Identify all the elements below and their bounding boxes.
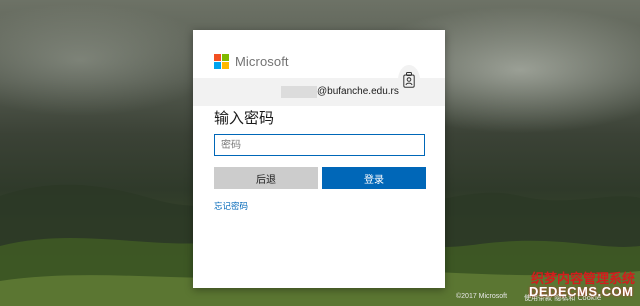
signin-button[interactable]: 登录 <box>322 167 426 189</box>
microsoft-logo-icon <box>214 53 229 69</box>
logo-square-blue <box>214 61 221 69</box>
copyright-text: ©2017 Microsoft <box>456 293 508 300</box>
email-redacted-block <box>281 86 317 98</box>
account-email: @bufanche.edu.rs <box>317 86 399 97</box>
logo-square-red <box>214 53 221 61</box>
page-title: 输入密码 <box>214 109 275 127</box>
badge-person-icon <box>398 65 420 95</box>
brand-row: Microsoft <box>214 53 289 69</box>
logo-square-green <box>222 53 229 61</box>
back-button[interactable]: 后退 <box>214 167 318 189</box>
signin-card: Microsoft @bufanche.edu.rs 输入密码 后退 登录 忘记… <box>193 30 445 288</box>
watermark-text-en: DEDECMS.COM <box>529 284 634 299</box>
logo-square-yellow <box>222 61 229 69</box>
brand-name: Microsoft <box>235 53 289 69</box>
password-field[interactable] <box>214 134 425 156</box>
forgot-password-link[interactable]: 忘记密码 <box>214 200 248 212</box>
